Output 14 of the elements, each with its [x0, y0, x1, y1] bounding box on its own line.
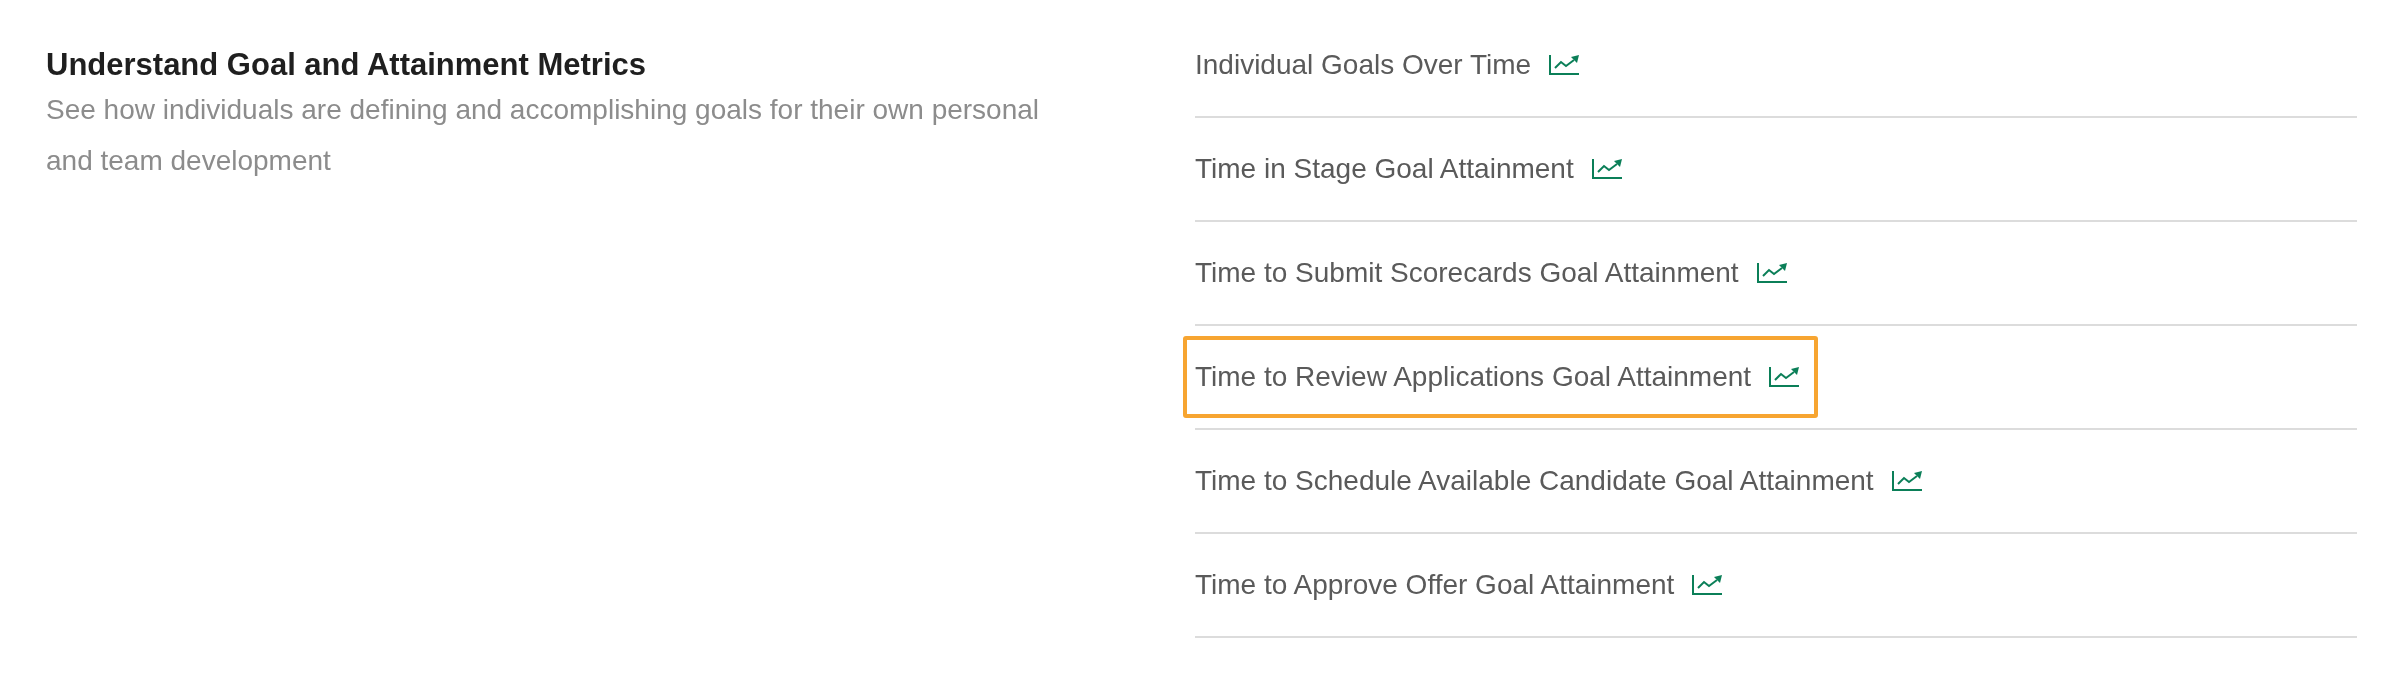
section-description: See how individuals are defining and accomplishing goals for their own personal and team development [46, 93, 1041, 178]
report-link[interactable]: Time in Stage Goal Attainment [1183, 128, 1641, 210]
report-link[interactable]: Time to Schedule Available Candidate Goal Attainment [1183, 440, 1941, 522]
report-link[interactable]: Time to Review Applications Goal Attainment [1183, 336, 1819, 418]
report-link[interactable]: Time to Submit Scorecards Goal Attainment [1183, 232, 1806, 314]
line-chart-icon [1549, 55, 1580, 75]
line-chart-icon [1692, 575, 1723, 595]
line-chart-icon [1591, 159, 1622, 179]
section-title: Understand Goal and Attainment Metrics [46, 46, 647, 84]
report-link[interactable]: Time to Approve Offer Goal Attainment [1183, 544, 1742, 626]
line-chart-icon [1769, 367, 1800, 387]
line-chart-icon [1891, 471, 1922, 491]
line-chart-icon [1756, 263, 1787, 283]
report-link[interactable]: Individual Goals Over Time [1183, 24, 1599, 106]
